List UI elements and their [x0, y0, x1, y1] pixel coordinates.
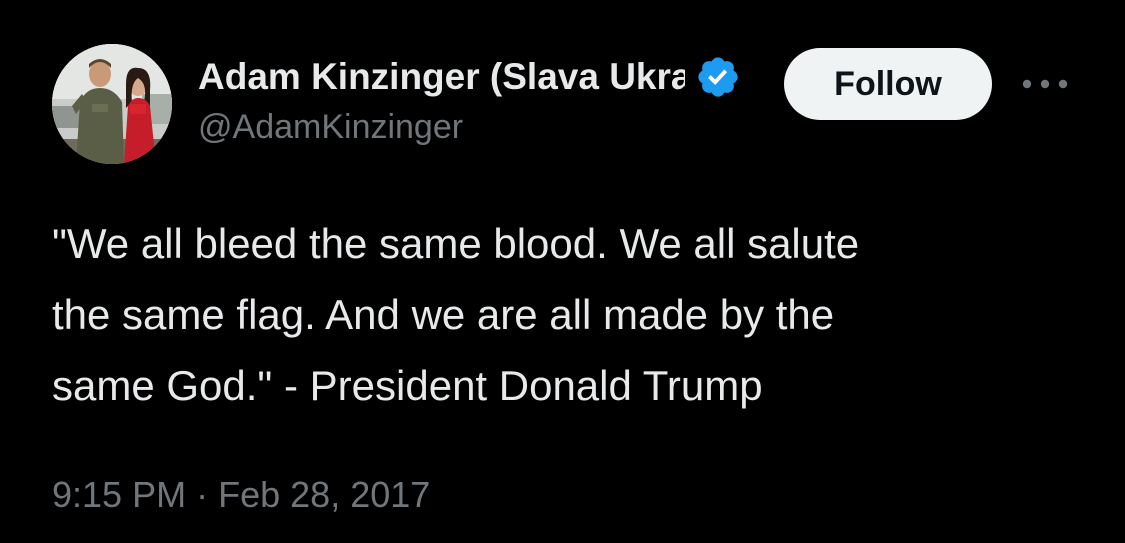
follow-button[interactable]: Follow — [784, 48, 992, 120]
author-info: Adam Kinzinger (Slava Ukraini) @AdamKinz… — [198, 52, 758, 147]
timestamp-separator: · — [196, 474, 209, 515]
tweet-header: Adam Kinzinger (Slava Ukraini) @AdamKinz… — [52, 44, 1082, 166]
more-horizontal-icon[interactable] — [1020, 66, 1070, 102]
tweet-time[interactable]: 9:15 PM — [52, 474, 186, 515]
verified-badge-icon[interactable] — [695, 54, 741, 100]
avatar-photo-icon — [52, 44, 172, 164]
tweet-card: Adam Kinzinger (Slava Ukraini) @AdamKinz… — [0, 0, 1125, 543]
name-row: Adam Kinzinger (Slava Ukraini) — [198, 52, 758, 102]
tweet-timestamp: 9:15 PM · Feb 28, 2017 — [52, 474, 430, 516]
more-dots-icon — [1022, 79, 1068, 89]
tweet-text: "We all bleed the same blood. We all sal… — [52, 220, 860, 409]
author-display-name[interactable]: Adam Kinzinger (Slava Ukraini) — [198, 56, 685, 98]
avatar[interactable] — [52, 44, 172, 164]
tweet-date[interactable]: Feb 28, 2017 — [218, 474, 430, 515]
author-handle[interactable]: @AdamKinzinger — [198, 108, 758, 147]
